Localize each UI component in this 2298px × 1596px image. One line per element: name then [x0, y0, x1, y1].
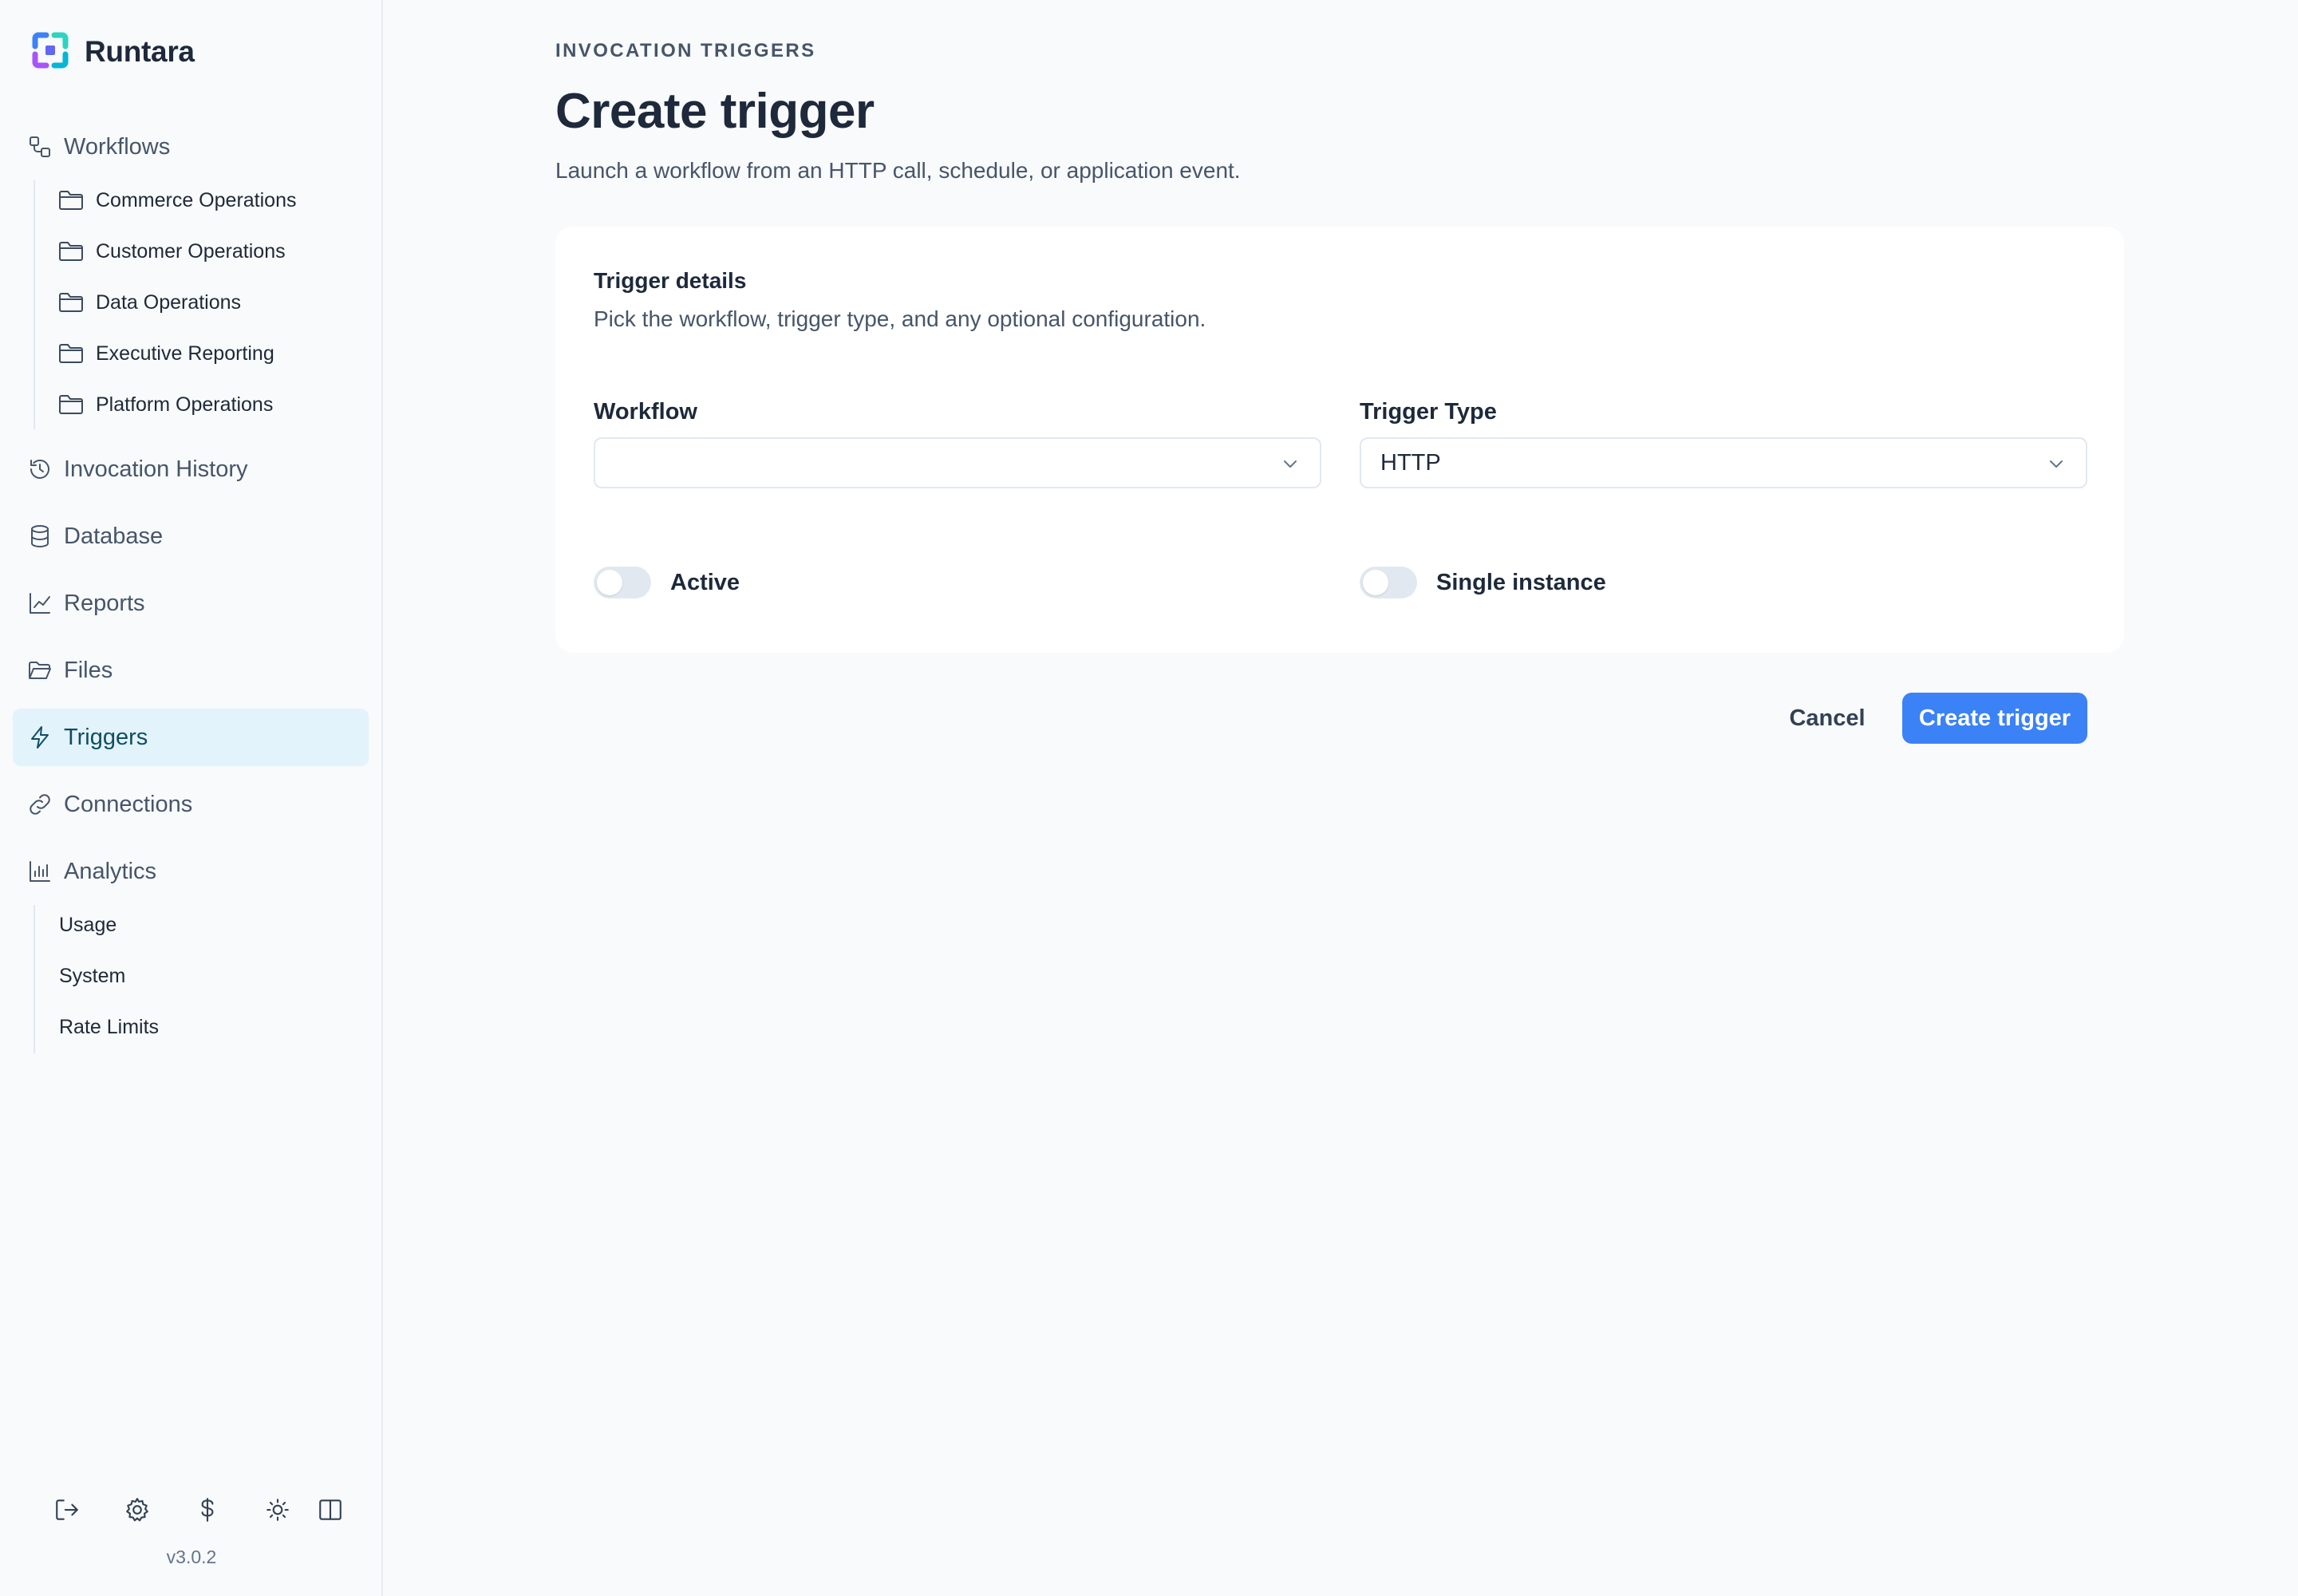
page-title: Create trigger: [555, 84, 875, 139]
workflow-icon: [27, 134, 53, 160]
sidebar-footer-actions: [49, 1492, 345, 1529]
folder-executive-reporting[interactable]: Executive Reporting: [57, 334, 274, 373]
sidebar-item-files[interactable]: Files: [13, 642, 369, 699]
billing-icon[interactable]: [190, 1492, 225, 1527]
sidebar-item-label: Workflows: [64, 133, 171, 160]
trigger-details-card: Trigger details Pick the workflow, trigg…: [555, 227, 2124, 653]
cancel-button[interactable]: Cancel: [1771, 693, 1883, 744]
lightning-icon: [27, 725, 53, 750]
sidebar-item-connections[interactable]: Connections: [13, 776, 369, 833]
sidebar-item-triggers[interactable]: Triggers: [13, 709, 369, 766]
analytics-submenu: Usage System Rate Limits: [34, 905, 159, 1053]
folder-open-icon: [27, 658, 53, 683]
toggle-knob: [597, 570, 622, 595]
logout-icon[interactable]: [49, 1492, 85, 1527]
app-version: v3.0.2: [166, 1547, 217, 1567]
folder-icon: [57, 340, 85, 367]
folder-customer-operations[interactable]: Customer Operations: [57, 231, 286, 271]
chevron-down-icon: [1278, 452, 1302, 476]
single-instance-toggle-row: Single instance: [1360, 565, 1606, 600]
chevron-down-icon: [2044, 452, 2068, 476]
settings-icon[interactable]: [120, 1492, 155, 1527]
sidebar-item-rate-limits[interactable]: Rate Limits: [59, 1007, 159, 1047]
sidebar-item-label: Invocation History: [64, 456, 248, 482]
sidebar-item-database[interactable]: Database: [13, 508, 369, 565]
folder-data-operations[interactable]: Data Operations: [57, 282, 241, 322]
sidebar-item-label: Rate Limits: [59, 1015, 160, 1038]
theme-icon[interactable]: [260, 1492, 295, 1527]
workflow-label: Workflow: [594, 399, 697, 425]
sidebar-item-label: Reports: [64, 590, 145, 616]
single-instance-label: Single instance: [1436, 569, 1606, 595]
active-label: Active: [670, 569, 740, 595]
sidebar-item-usage[interactable]: Usage: [59, 905, 116, 945]
runtara-logo-icon: [32, 32, 69, 73]
trigger-type-select-value: HTTP: [1380, 449, 1441, 476]
sidebar-item-system[interactable]: System: [59, 956, 125, 996]
sidebar-item-label: Connections: [64, 791, 193, 817]
app-root: Runtara Workflows Commerce Operations Cu…: [0, 0, 2298, 1596]
trigger-type-label: Trigger Type: [1360, 399, 1497, 425]
folder-icon: [57, 187, 85, 214]
sidebar-item-label: Database: [64, 523, 164, 549]
link-icon: [27, 792, 53, 817]
toggle-knob: [1363, 570, 1388, 595]
create-trigger-button[interactable]: Create trigger: [1902, 693, 2087, 744]
folder-icon: [57, 289, 85, 316]
history-icon: [27, 456, 53, 482]
active-toggle-row: Active: [594, 565, 740, 600]
sidebar-item-label: Triggers: [64, 724, 148, 750]
brand[interactable]: Runtara: [32, 32, 195, 72]
folder-label: Commerce Operations: [96, 188, 297, 211]
page-subtitle: Launch a workflow from an HTTP call, sch…: [555, 158, 1241, 183]
card-title: Trigger details: [594, 268, 747, 293]
sidebar-item-workflows[interactable]: Workflows: [13, 118, 369, 176]
folder-icon: [57, 391, 85, 418]
sidebar-item-reports[interactable]: Reports: [13, 575, 369, 632]
trigger-type-select[interactable]: HTTP: [1360, 437, 2087, 488]
database-icon: [27, 523, 53, 549]
sidebar: Runtara Workflows Commerce Operations Cu…: [0, 0, 383, 1596]
folder-icon: [57, 238, 85, 265]
bar-chart-icon: [27, 859, 53, 884]
app-name: Runtara: [85, 35, 195, 68]
sidebar-item-label: Analytics: [64, 858, 157, 884]
page-eyebrow: INVOCATION TRIGGERS: [555, 40, 816, 61]
sidebar-item-label: Files: [64, 657, 113, 683]
sidebar-item-label: Usage: [59, 913, 117, 936]
sidebar-item-label: System: [59, 964, 126, 987]
sidebar-item-invocation-history[interactable]: Invocation History: [13, 440, 369, 498]
folder-label: Customer Operations: [96, 239, 286, 263]
single-instance-toggle[interactable]: [1360, 567, 1417, 598]
folder-commerce-operations[interactable]: Commerce Operations: [57, 180, 296, 220]
workflow-select[interactable]: [594, 437, 1321, 488]
folder-label: Data Operations: [96, 290, 242, 314]
active-toggle[interactable]: [594, 567, 651, 598]
line-chart-icon: [27, 591, 53, 616]
card-subtitle: Pick the workflow, trigger type, and any…: [594, 306, 1206, 331]
folder-label: Platform Operations: [96, 393, 274, 416]
layout-toggle-icon[interactable]: [313, 1492, 348, 1527]
folder-platform-operations[interactable]: Platform Operations: [57, 385, 273, 425]
workflow-folders: Commerce Operations Customer Operations …: [34, 180, 296, 429]
sidebar-item-analytics[interactable]: Analytics: [13, 843, 369, 900]
folder-label: Executive Reporting: [96, 342, 274, 365]
